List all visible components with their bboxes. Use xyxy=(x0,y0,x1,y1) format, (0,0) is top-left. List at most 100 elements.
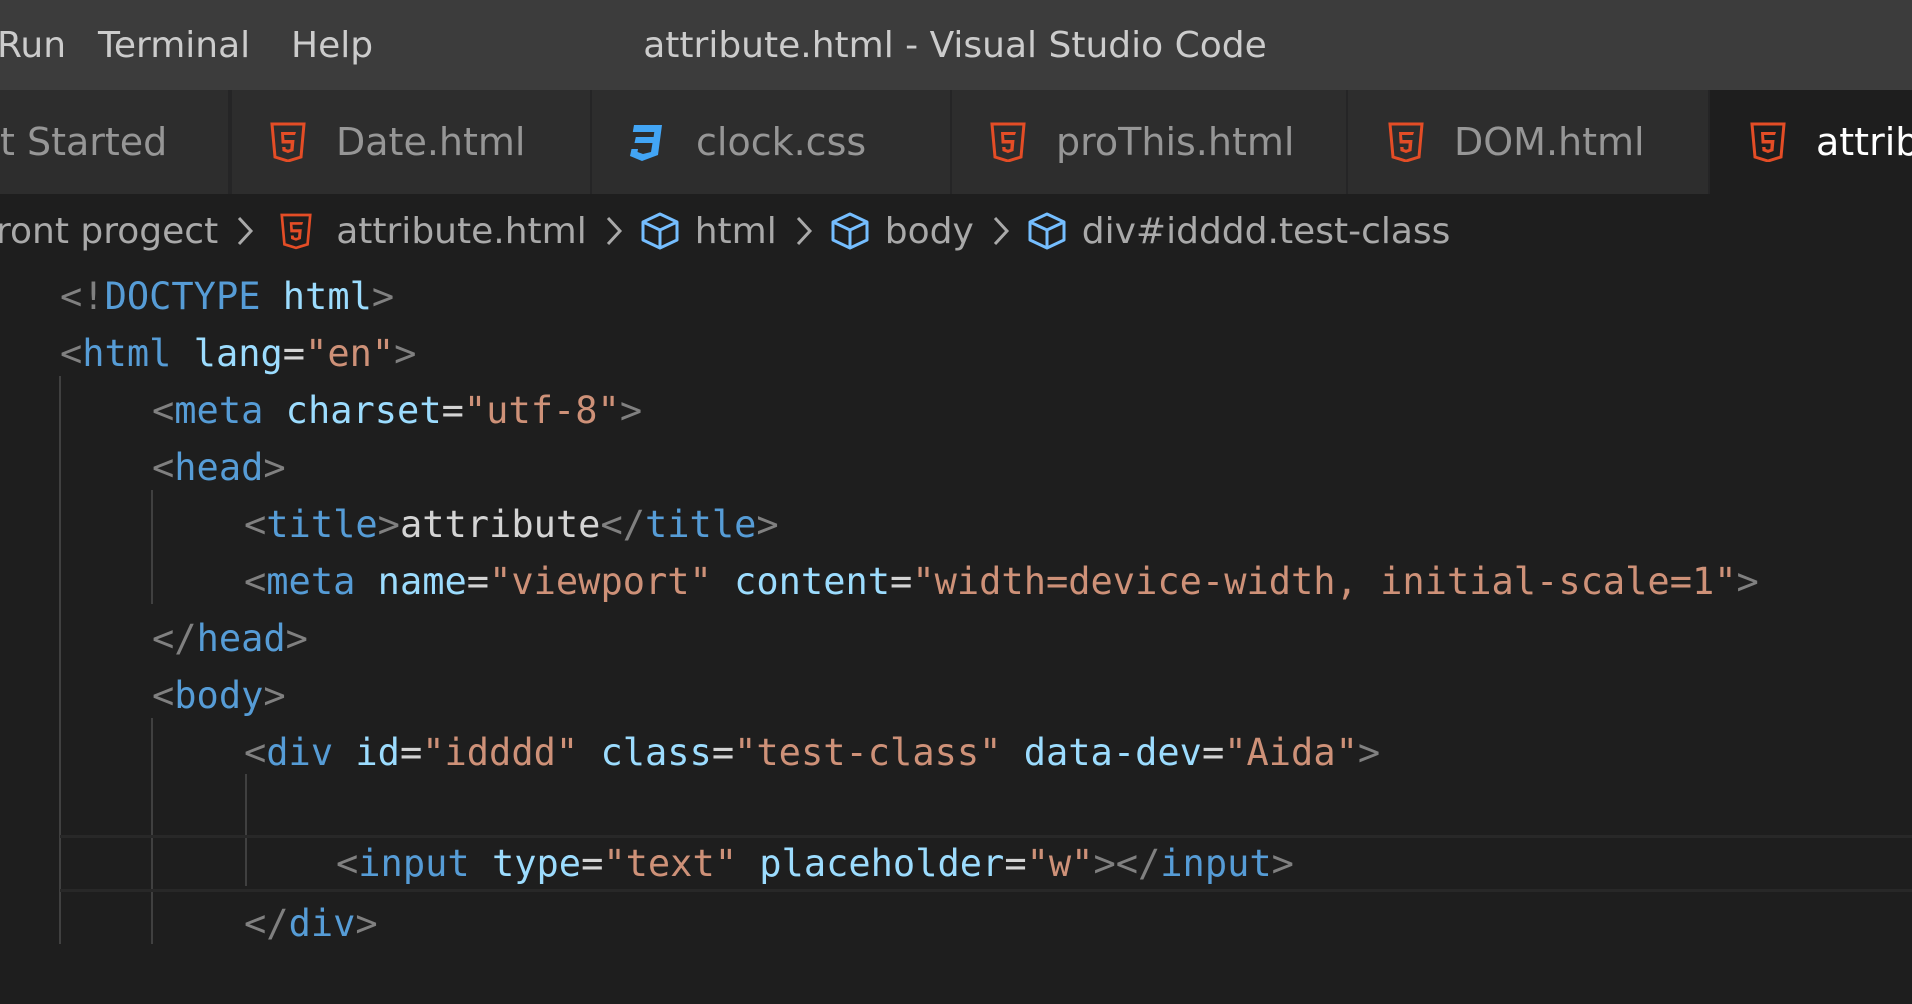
punctuation: </ xyxy=(1115,842,1161,885)
punctuation: > xyxy=(263,446,286,489)
menu-run[interactable]: Run xyxy=(0,0,66,90)
chevron-right-icon xyxy=(993,216,1009,246)
code-line: <meta name="viewport" content="width=dev… xyxy=(0,553,1912,610)
tag-name: title xyxy=(645,503,757,546)
code-line: </head> xyxy=(0,610,1912,667)
menu-help[interactable]: Help xyxy=(291,0,373,90)
attribute-name: placeholder xyxy=(759,842,1005,885)
punctuation: > xyxy=(619,389,643,432)
tag-name: title xyxy=(266,503,378,546)
code-line: <div id="idddd" class="test-class" data-… xyxy=(0,724,1912,781)
punctuation: < xyxy=(152,389,175,432)
tag-name: body xyxy=(174,674,264,717)
attribute-value: "utf-8" xyxy=(463,389,620,432)
attribute-value: "idddd" xyxy=(422,731,579,774)
tab-attribute-html[interactable]: attribu xyxy=(1710,90,1912,194)
window-title-text: attribute.html - Visual Studio Code xyxy=(643,24,1267,66)
breadcrumb-html[interactable]: html xyxy=(695,211,777,252)
css3-icon xyxy=(630,125,662,161)
code-line-current: <input type="text" placeholder="w"></inp… xyxy=(60,835,1912,892)
punctuation: > xyxy=(285,617,308,660)
menu-terminal[interactable]: Terminal xyxy=(98,0,250,90)
attribute-value: "width=device-width, initial-scale=1" xyxy=(912,560,1737,603)
tag-name: html xyxy=(82,332,172,375)
window-title: attribute.html - Visual Studio Code xyxy=(0,0,1912,90)
punctuation: < xyxy=(152,674,175,717)
breadcrumb-folder[interactable]: ront progect xyxy=(0,211,218,252)
code-line: <meta charset="utf-8"> xyxy=(0,382,1912,439)
html5-icon xyxy=(1388,122,1424,162)
symbol-element-icon xyxy=(831,212,869,250)
tab-label: t Started xyxy=(0,120,168,164)
symbol-element-icon xyxy=(641,212,679,250)
title-bar: Run Terminal Help attribute.html - Visua… xyxy=(0,0,1912,90)
code-editor[interactable]: <!DOCTYPE html> <html lang="en"> <meta c… xyxy=(0,268,1912,1004)
tab-label: clock.css xyxy=(696,120,867,164)
punctuation: = xyxy=(711,731,735,774)
attribute-name: id xyxy=(355,731,400,774)
code-line: </div> xyxy=(0,895,1912,952)
breadcrumb-body[interactable]: body xyxy=(885,211,974,252)
tab-prothis-html[interactable]: proThis.html xyxy=(952,90,1348,194)
symbol-element-icon xyxy=(1028,212,1066,250)
attribute-name: content xyxy=(734,560,891,603)
punctuation: > xyxy=(377,503,400,546)
breadcrumb-div[interactable]: div#idddd.test-class xyxy=(1082,211,1451,252)
breadcrumb-file[interactable]: attribute.html xyxy=(336,211,586,252)
doctype-value: html xyxy=(282,275,372,318)
punctuation: > xyxy=(355,902,378,945)
html5-icon xyxy=(1750,122,1786,162)
tab-date-html[interactable]: Date.html xyxy=(232,90,592,194)
tab-get-started[interactable]: t Started xyxy=(0,90,230,194)
punctuation: > xyxy=(263,674,286,717)
code-line: <body> xyxy=(0,667,1912,724)
tab-label: Date.html xyxy=(336,120,526,164)
attribute-value: "text" xyxy=(603,842,737,885)
attribute-value: "test-class" xyxy=(734,731,1002,774)
punctuation: < xyxy=(152,446,175,489)
tag-name: head xyxy=(196,617,286,660)
tab-dom-html[interactable]: DOM.html xyxy=(1348,90,1710,194)
punctuation: < xyxy=(244,731,267,774)
punctuation: < xyxy=(244,560,267,603)
punctuation: > xyxy=(1271,842,1294,885)
punctuation: = xyxy=(1201,731,1225,774)
tag-name: input xyxy=(1160,842,1272,885)
chevron-right-icon xyxy=(796,216,812,246)
punctuation: > xyxy=(1736,560,1759,603)
html5-icon xyxy=(270,122,306,162)
tag-name: input xyxy=(358,842,470,885)
punctuation: = xyxy=(441,389,464,432)
attribute-name: class xyxy=(600,731,712,774)
punctuation: > xyxy=(394,332,417,375)
html5-icon xyxy=(990,122,1026,162)
punctuation: = xyxy=(466,560,490,603)
code-line: <title>attribute</title> xyxy=(0,496,1912,553)
attribute-value: "Aida" xyxy=(1224,731,1358,774)
punctuation: > xyxy=(1357,731,1381,774)
tab-label: DOM.html xyxy=(1454,120,1645,164)
punctuation: <! xyxy=(60,275,105,318)
chevron-right-icon xyxy=(606,216,622,246)
punctuation: </ xyxy=(244,902,289,945)
punctuation: </ xyxy=(152,617,197,660)
punctuation: > xyxy=(371,275,395,318)
punctuation: > xyxy=(756,503,779,546)
punctuation: > xyxy=(1093,842,1116,885)
attribute-value: "en" xyxy=(305,332,395,375)
punctuation: = xyxy=(581,842,604,885)
punctuation: < xyxy=(336,842,359,885)
code-line: <head> xyxy=(0,439,1912,496)
attribute-name: data-dev xyxy=(1023,731,1202,774)
breadcrumb: ront progect attribute.html html body di… xyxy=(0,194,1912,268)
tag-name: head xyxy=(174,446,264,489)
punctuation: < xyxy=(60,332,83,375)
attribute-name: name xyxy=(377,560,467,603)
tag-name: meta xyxy=(266,560,356,603)
punctuation: < xyxy=(244,503,267,546)
tab-clock-css[interactable]: clock.css xyxy=(592,90,952,194)
tag-name: meta xyxy=(174,389,264,432)
punctuation: </ xyxy=(600,503,645,546)
punctuation: = xyxy=(282,332,306,375)
